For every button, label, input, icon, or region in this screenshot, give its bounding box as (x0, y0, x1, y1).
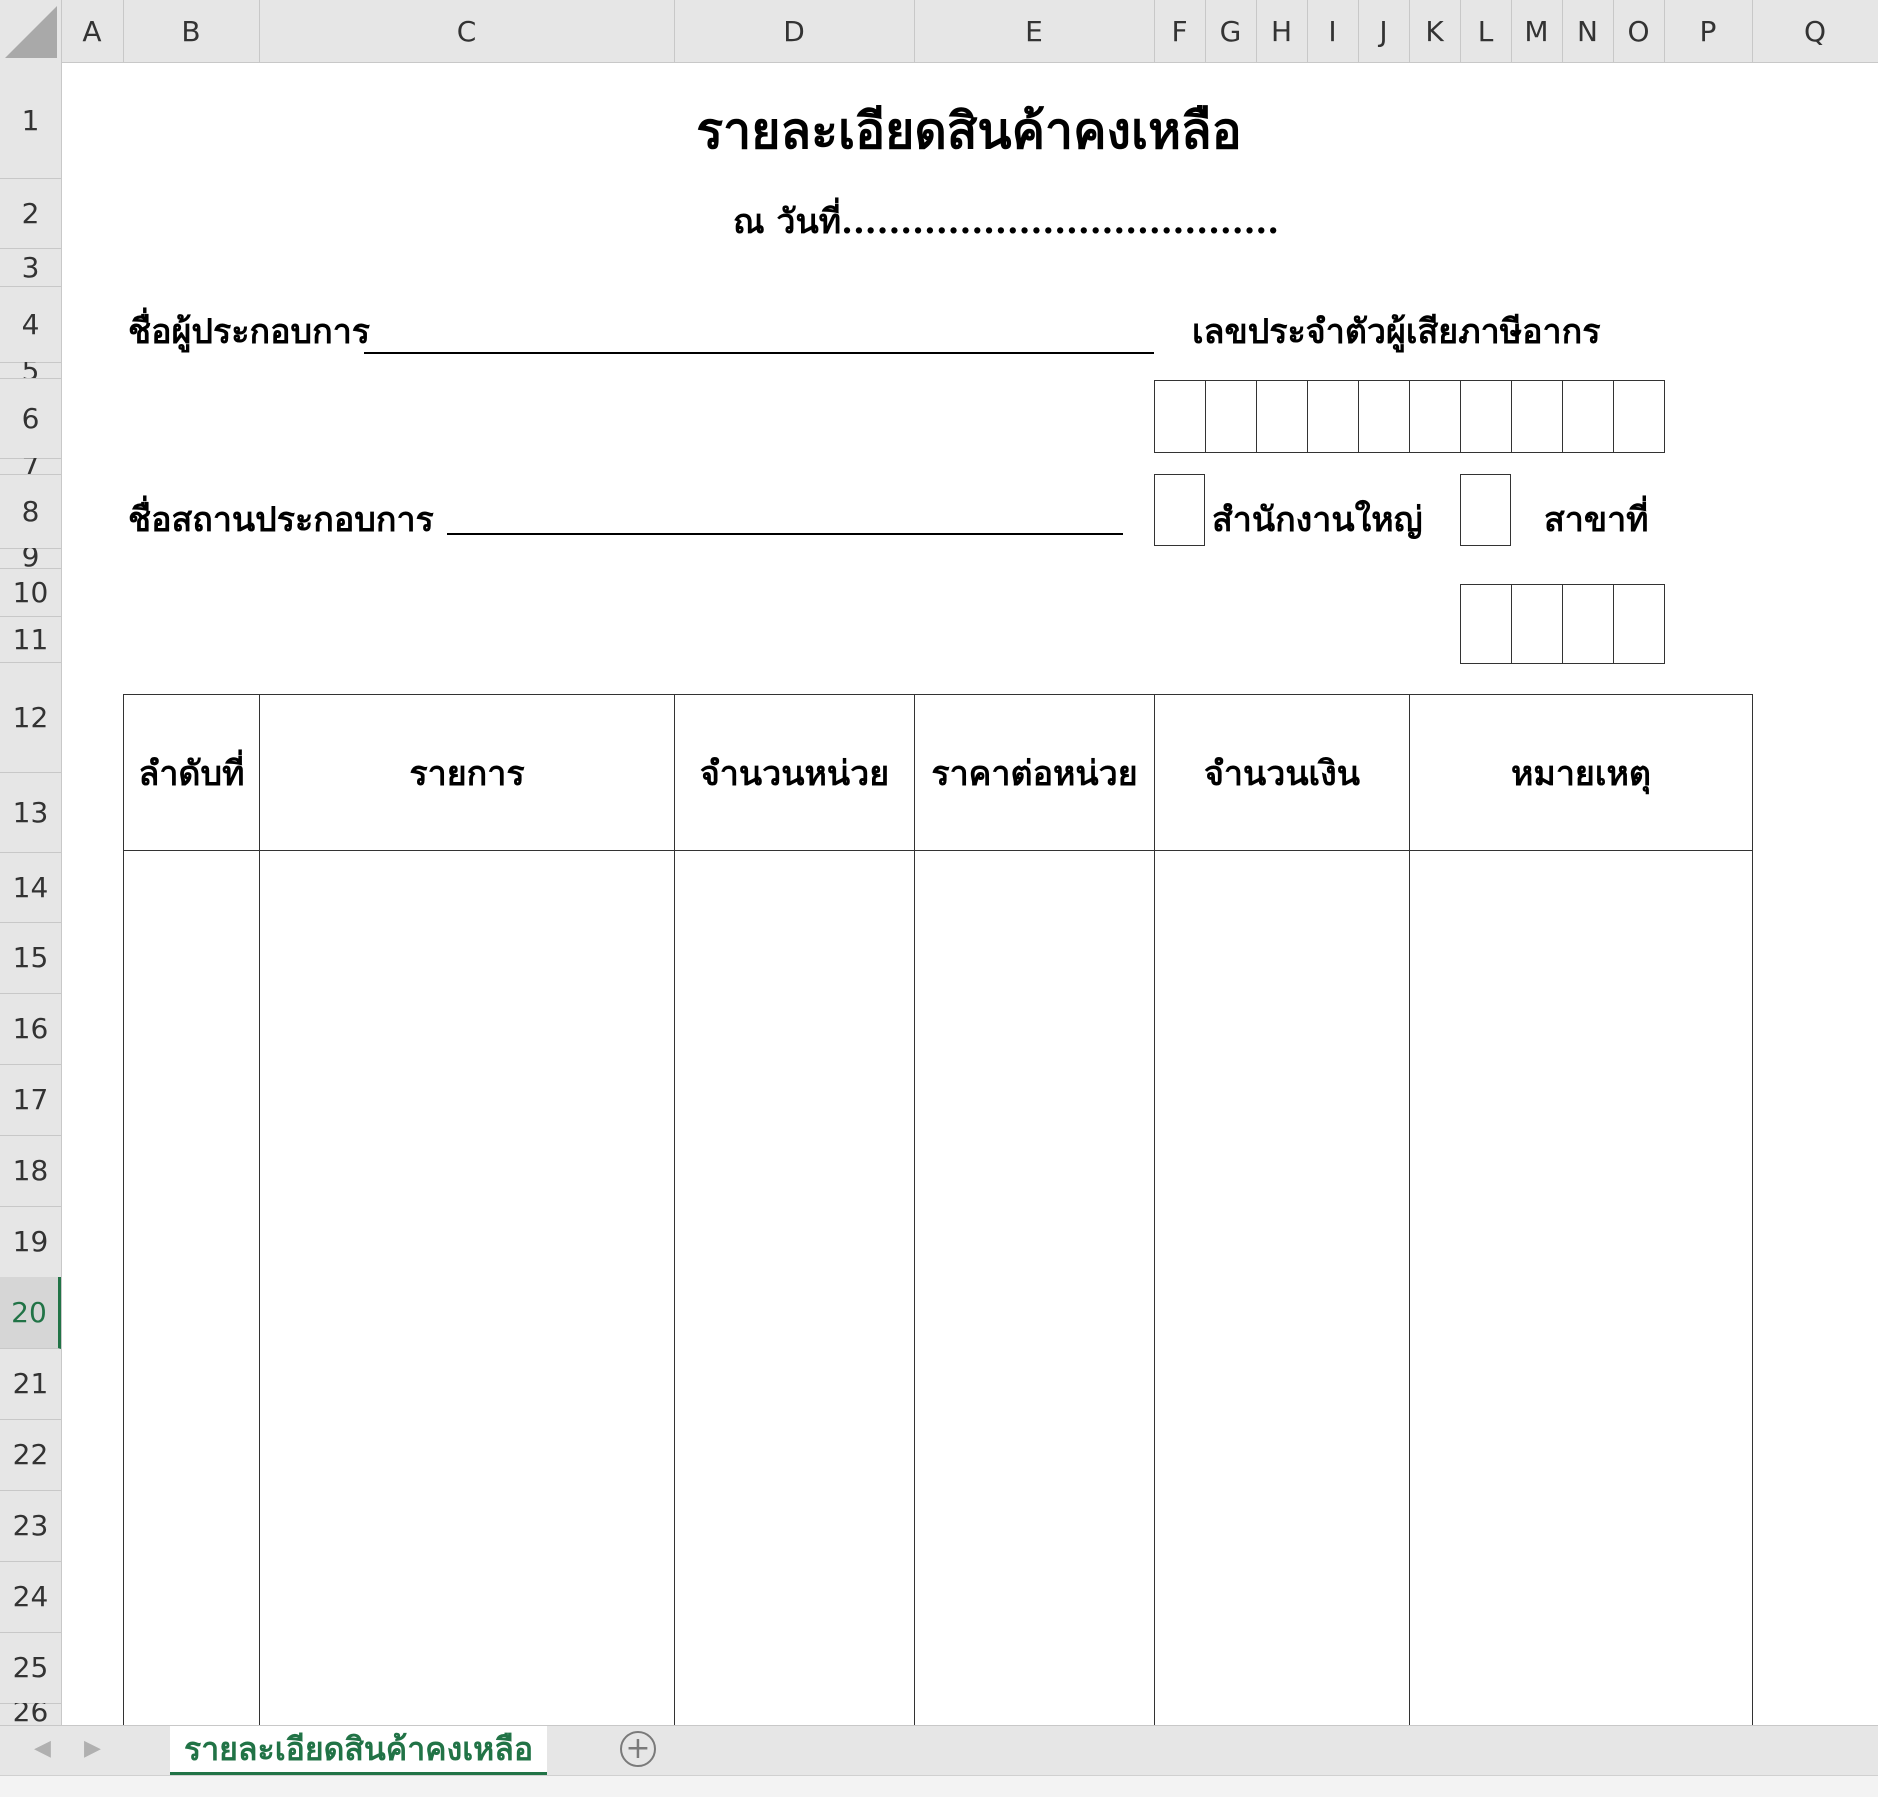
table-column-border (259, 850, 260, 1725)
row-header-13[interactable]: 13 (0, 772, 61, 853)
row-header-15[interactable]: 15 (0, 922, 61, 994)
row-header-5[interactable]: 5 (0, 362, 61, 379)
header-remark-label: หมายเหตุ (1511, 753, 1651, 794)
header-amount-label: จำนวนเงิน (1203, 753, 1361, 794)
header-amount: จำนวนเงิน (1154, 694, 1410, 851)
status-bar (0, 1775, 1878, 1797)
row-header-26[interactable]: 26 (0, 1703, 61, 1725)
row-header-23[interactable]: 23 (0, 1490, 61, 1562)
row-header-14[interactable]: 14 (0, 852, 61, 923)
row-header-19[interactable]: 19 (0, 1206, 61, 1278)
row-header-bar: 1 2 3 4 5 6 7 8 9 10 11 12 13 14 15 16 17 18 19 20 21 22 23 24 2… (0, 62, 62, 1725)
column-header-j[interactable]: J (1358, 0, 1410, 62)
sheet-title: รายละเอียดสินค้าคงเหลือ (696, 101, 1242, 160)
branch-checkbox[interactable] (1460, 474, 1511, 546)
column-header-q[interactable]: Q (1752, 0, 1878, 62)
tax-id-digit-box[interactable] (1307, 380, 1359, 453)
sheet-tab-label: รายละเอียดสินค้าคงเหลือ (184, 1729, 534, 1768)
column-header-f[interactable]: F (1154, 0, 1206, 62)
tax-id-digit-box[interactable] (1460, 380, 1512, 453)
row-header-9[interactable]: 9 (0, 548, 61, 569)
row-header-3[interactable]: 3 (0, 248, 61, 287)
tax-id-digit-box[interactable] (1256, 380, 1308, 453)
date-label: ณ วันที่................................… (733, 202, 1280, 242)
column-header-bar: ABCDEFGHIJKLMNOPQ (0, 0, 1878, 63)
row-header-24[interactable]: 24 (0, 1561, 61, 1633)
table-column-border (1752, 850, 1753, 1725)
table-column-border (674, 850, 675, 1725)
table-column-border (914, 850, 915, 1725)
branch-digit-box[interactable] (1562, 584, 1614, 664)
header-unit-price-label: ราคาต่อหน่วย (931, 753, 1138, 794)
row-header-4[interactable]: 4 (0, 286, 61, 363)
column-header-k[interactable]: K (1409, 0, 1461, 62)
column-header-g[interactable]: G (1205, 0, 1257, 62)
operator-name-label: ชื่อผู้ประกอบการ (128, 312, 371, 352)
row-header-17[interactable]: 17 (0, 1064, 61, 1136)
establishment-name-label: ชื่อสถานประกอบการ (128, 500, 434, 540)
row-header-25[interactable]: 25 (0, 1632, 61, 1704)
column-header-c[interactable]: C (259, 0, 675, 62)
branch-digit-box[interactable] (1460, 584, 1512, 664)
branch-digit-box[interactable] (1613, 584, 1665, 664)
header-seq-label: ลำดับที่ (138, 753, 245, 794)
row-header-11[interactable]: 11 (0, 616, 61, 663)
table-column-border (123, 850, 124, 1725)
sheet-tab-bar: ◀ ▶ รายละเอียดสินค้าคงเหลือ + (0, 1725, 1878, 1776)
header-unit-price: ราคาต่อหน่วย (914, 694, 1155, 851)
tax-id-digit-box[interactable] (1511, 380, 1563, 453)
plus-circle-icon[interactable]: + (620, 1731, 656, 1767)
chevron-left-icon[interactable]: ◀ (34, 1736, 51, 1761)
branch-label: สาขาที่ (1544, 500, 1649, 540)
column-header-b[interactable]: B (123, 0, 260, 62)
tax-id-digit-box[interactable] (1154, 380, 1206, 453)
column-header-h[interactable]: H (1256, 0, 1308, 62)
tax-id-label: เลขประจำตัวผู้เสียภาษีอากร (1192, 312, 1601, 352)
column-header-a[interactable]: A (61, 0, 124, 62)
column-header-n[interactable]: N (1562, 0, 1614, 62)
column-header-i[interactable]: I (1307, 0, 1359, 62)
row-header-18[interactable]: 18 (0, 1135, 61, 1207)
row-header-16[interactable]: 16 (0, 993, 61, 1065)
header-quantity: จำนวนหน่วย (674, 694, 915, 851)
select-all-triangle-icon (5, 6, 57, 58)
tax-id-digit-box[interactable] (1358, 380, 1410, 453)
table-column-border (1409, 850, 1410, 1725)
row-header-7[interactable]: 7 (0, 458, 61, 475)
chevron-right-icon[interactable]: ▶ (84, 1736, 101, 1761)
header-item: รายการ (259, 694, 675, 851)
header-remark: หมายเหตุ (1409, 694, 1753, 851)
row-header-2[interactable]: 2 (0, 178, 61, 249)
select-all-button[interactable] (0, 0, 62, 62)
row-header-8[interactable]: 8 (0, 474, 61, 549)
establishment-name-line (447, 533, 1123, 535)
column-header-p[interactable]: P (1664, 0, 1753, 62)
column-header-e[interactable]: E (914, 0, 1155, 62)
table-column-border (1154, 850, 1155, 1725)
head-office-label: สำนักงานใหญ่ (1212, 500, 1423, 540)
header-item-label: รายการ (409, 753, 525, 794)
sheet-tab-active[interactable]: รายละเอียดสินค้าคงเหลือ (170, 1726, 548, 1775)
tax-id-digit-box[interactable] (1205, 380, 1257, 453)
column-header-d[interactable]: D (674, 0, 915, 62)
tax-id-digit-box[interactable] (1562, 380, 1614, 453)
column-header-m[interactable]: M (1511, 0, 1563, 62)
row-header-12[interactable]: 12 (0, 662, 61, 773)
head-office-checkbox[interactable] (1154, 474, 1205, 546)
column-header-o[interactable]: O (1613, 0, 1665, 62)
tax-id-digit-box[interactable] (1409, 380, 1461, 453)
row-header-20[interactable]: 20 (0, 1277, 61, 1349)
row-header-21[interactable]: 21 (0, 1348, 61, 1420)
branch-digit-box[interactable] (1511, 584, 1563, 664)
row-header-6[interactable]: 6 (0, 378, 61, 459)
header-seq: ลำดับที่ (123, 694, 260, 851)
tax-id-digit-box[interactable] (1613, 380, 1665, 453)
row-header-22[interactable]: 22 (0, 1419, 61, 1491)
operator-name-line (364, 352, 1154, 354)
column-header-l[interactable]: L (1460, 0, 1512, 62)
header-quantity-label: จำนวนหน่วย (699, 753, 890, 794)
row-header-10[interactable]: 10 (0, 568, 61, 617)
